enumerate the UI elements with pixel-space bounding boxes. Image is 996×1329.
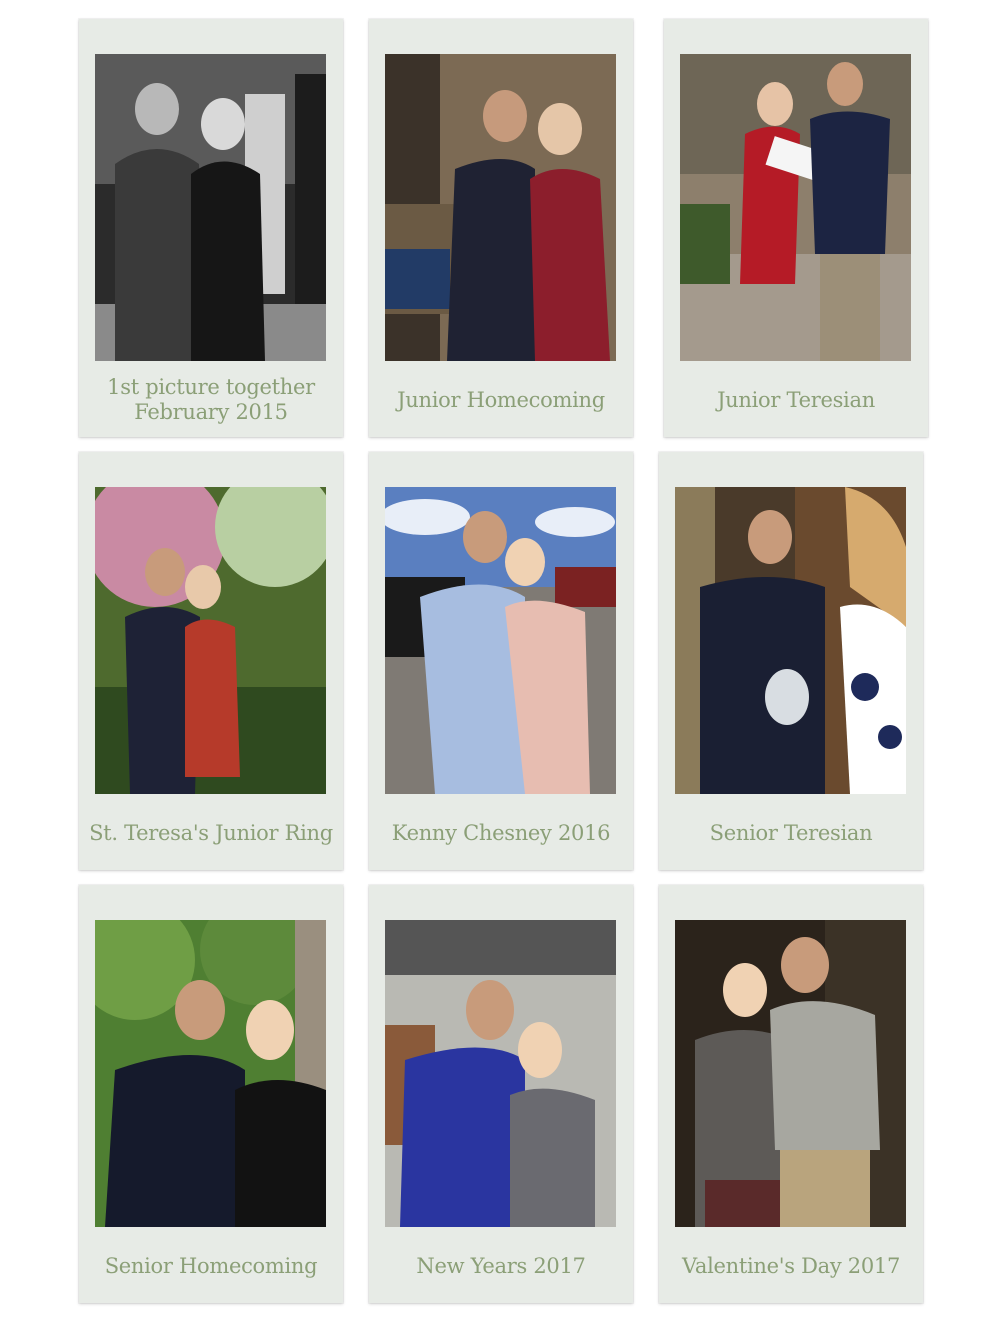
photo-caption: St. Teresa's Junior Ring bbox=[83, 798, 339, 868]
photo bbox=[675, 487, 906, 794]
photo-caption: Junior Homecoming bbox=[373, 365, 629, 435]
polaroid-card: 1st picture together February 2015 bbox=[79, 19, 343, 437]
photo-caption: New Years 2017 bbox=[373, 1231, 629, 1301]
polaroid-card: Senior Homecoming bbox=[79, 885, 343, 1303]
photo bbox=[680, 54, 911, 361]
polaroid-card: Junior Homecoming bbox=[369, 19, 633, 437]
photo-caption: 1st picture together February 2015 bbox=[83, 365, 339, 435]
caption-line: Valentine's Day 2017 bbox=[681, 1253, 901, 1278]
caption-line: Senior Homecoming bbox=[104, 1253, 318, 1278]
polaroid-card: Senior Teresian bbox=[659, 452, 923, 870]
polaroid-card: St. Teresa's Junior Ring bbox=[79, 452, 343, 870]
photo-caption: Senior Homecoming bbox=[83, 1231, 339, 1301]
caption-line: Junior Teresian bbox=[717, 387, 875, 412]
photo bbox=[675, 920, 906, 1227]
caption-line: Junior Homecoming bbox=[397, 387, 605, 412]
polaroid-card: Valentine's Day 2017 bbox=[659, 885, 923, 1303]
photo-caption: Senior Teresian bbox=[663, 798, 919, 868]
photo-collage: 1st picture together February 2015 Junio… bbox=[0, 0, 996, 1329]
photo bbox=[95, 920, 326, 1227]
photo-caption: Kenny Chesney 2016 bbox=[373, 798, 629, 868]
photo bbox=[95, 54, 326, 361]
caption-line: 1st picture together bbox=[107, 375, 315, 399]
photo bbox=[385, 54, 616, 361]
polaroid-card: New Years 2017 bbox=[369, 885, 633, 1303]
photo-caption: Junior Teresian bbox=[668, 365, 924, 435]
polaroid-card: Kenny Chesney 2016 bbox=[369, 452, 633, 870]
photo bbox=[385, 920, 616, 1227]
photo bbox=[95, 487, 326, 794]
photo-caption: Valentine's Day 2017 bbox=[663, 1231, 919, 1301]
caption-line: St. Teresa's Junior Ring bbox=[89, 820, 333, 845]
caption-line: New Years 2017 bbox=[416, 1253, 586, 1278]
caption-line: February 2015 bbox=[134, 400, 288, 424]
caption-line: Kenny Chesney 2016 bbox=[391, 820, 611, 845]
caption-line: Senior Teresian bbox=[709, 820, 873, 845]
photo bbox=[385, 487, 616, 794]
polaroid-card: Junior Teresian bbox=[664, 19, 928, 437]
